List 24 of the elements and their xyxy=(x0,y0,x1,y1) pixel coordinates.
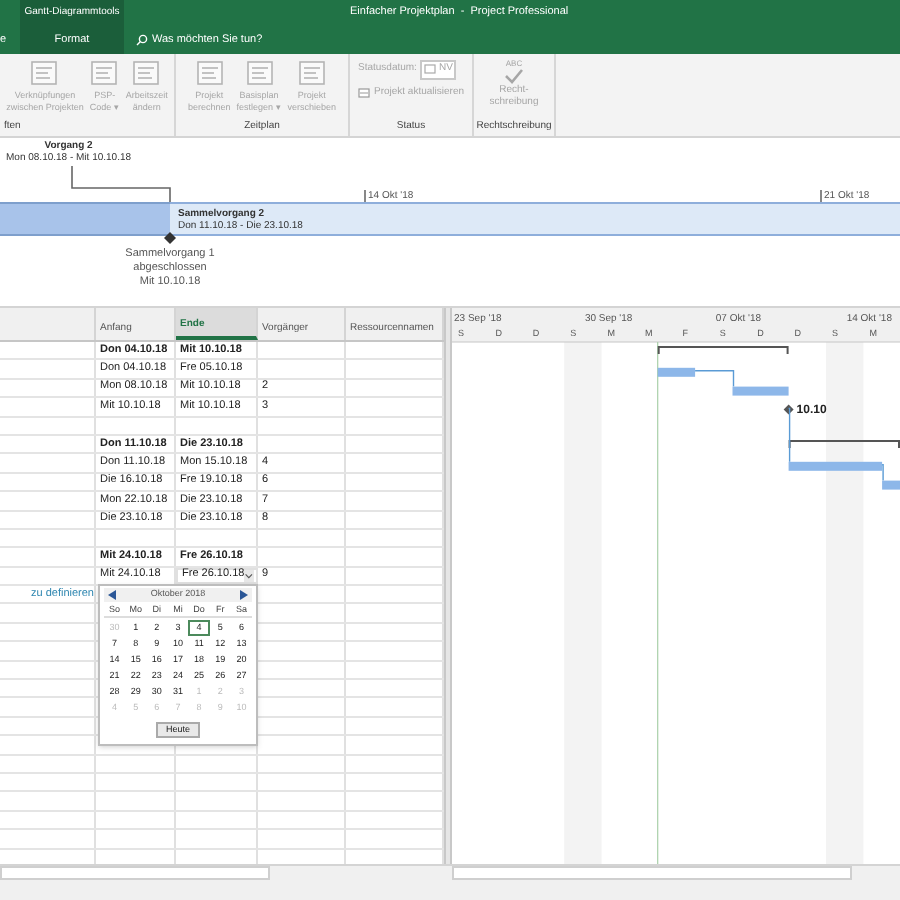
previous-month-icon[interactable] xyxy=(108,590,116,600)
scrollbar[interactable] xyxy=(0,866,270,880)
document-icon xyxy=(90,60,119,86)
table-icon xyxy=(357,87,370,98)
document-icon xyxy=(245,60,273,86)
calendar-icon xyxy=(424,64,437,75)
document-icon xyxy=(30,60,59,86)
search-icon xyxy=(136,34,148,46)
milestone-icon[interactable] xyxy=(783,404,794,415)
scrollbar[interactable] xyxy=(452,866,852,880)
milestone-icon xyxy=(164,232,176,244)
summary-bracket[interactable] xyxy=(657,346,789,355)
task-bar[interactable] xyxy=(788,461,883,471)
document-icon xyxy=(132,60,161,86)
summary-bar[interactable] xyxy=(0,202,170,236)
dropdown-icon[interactable] xyxy=(244,569,254,582)
summary-bracket[interactable] xyxy=(788,440,900,449)
checkmark-icon xyxy=(504,68,524,84)
next-month-icon[interactable] xyxy=(240,590,248,600)
callout-bracket xyxy=(70,166,174,202)
document-icon xyxy=(297,60,326,86)
document-icon xyxy=(195,60,224,86)
task-bar[interactable] xyxy=(882,480,900,490)
task-bar[interactable] xyxy=(657,367,696,377)
